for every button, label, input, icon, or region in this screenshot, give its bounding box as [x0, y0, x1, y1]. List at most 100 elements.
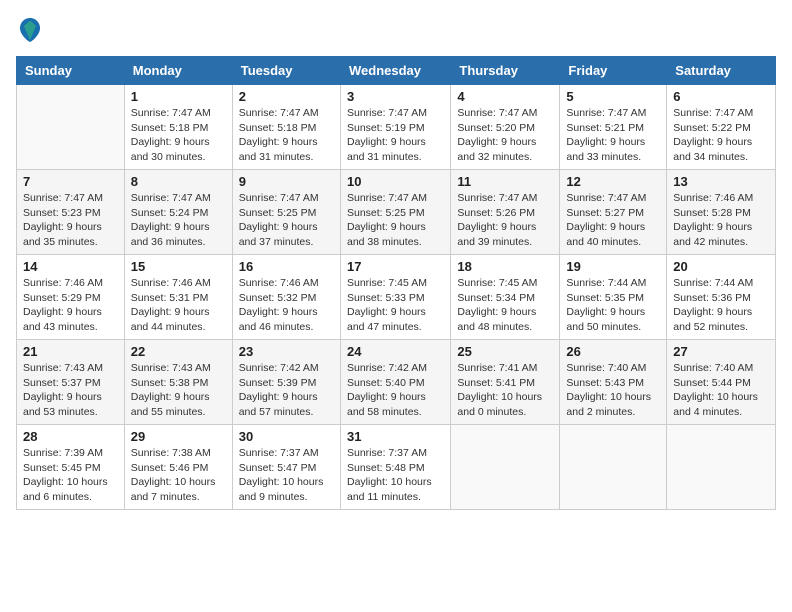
cell-sun-info: Sunrise: 7:46 AMSunset: 5:29 PMDaylight:…	[23, 276, 118, 335]
cell-date-number: 29	[131, 429, 226, 444]
calendar-cell: 28 Sunrise: 7:39 AMSunset: 5:45 PMDayligh…	[17, 425, 125, 510]
weekday-header-friday: Friday	[560, 57, 667, 85]
calendar-cell: 21 Sunrise: 7:43 AMSunset: 5:37 PMDayligh…	[17, 340, 125, 425]
cell-date-number: 1	[131, 89, 226, 104]
weekday-header-thursday: Thursday	[451, 57, 560, 85]
cell-sun-info: Sunrise: 7:44 AMSunset: 5:36 PMDaylight:…	[673, 276, 769, 335]
weekday-header-tuesday: Tuesday	[232, 57, 340, 85]
cell-sun-info: Sunrise: 7:37 AMSunset: 5:47 PMDaylight:…	[239, 446, 334, 505]
cell-sun-info: Sunrise: 7:43 AMSunset: 5:37 PMDaylight:…	[23, 361, 118, 420]
cell-date-number: 21	[23, 344, 118, 359]
cell-date-number: 12	[566, 174, 660, 189]
cell-date-number: 31	[347, 429, 444, 444]
calendar-week-row: 28 Sunrise: 7:39 AMSunset: 5:45 PMDayligh…	[17, 425, 776, 510]
calendar-cell	[560, 425, 667, 510]
cell-date-number: 26	[566, 344, 660, 359]
calendar-week-row: 14Sunrise: 7:46 AMSunset: 5:29 PMDayligh…	[17, 255, 776, 340]
cell-sun-info: Sunrise: 7:45 AMSunset: 5:34 PMDaylight:…	[457, 276, 553, 335]
cell-date-number: 27	[673, 344, 769, 359]
cell-sun-info: Sunrise: 7:47 AMSunset: 5:20 PMDaylight:…	[457, 106, 553, 165]
calendar-cell: 9Sunrise: 7:47 AMSunset: 5:25 PMDaylight…	[232, 170, 340, 255]
cell-date-number: 7	[23, 174, 118, 189]
cell-sun-info: Sunrise: 7:47 AMSunset: 5:18 PMDaylight:…	[131, 106, 226, 165]
calendar-week-row: 1 Sunrise: 7:47 AMSunset: 5:18 PMDaylight…	[17, 85, 776, 170]
cell-sun-info: Sunrise: 7:45 AMSunset: 5:33 PMDaylight:…	[347, 276, 444, 335]
calendar-cell: 12 Sunrise: 7:47 AMSunset: 5:27 PMDayligh…	[560, 170, 667, 255]
calendar-week-row: 21 Sunrise: 7:43 AMSunset: 5:37 PMDayligh…	[17, 340, 776, 425]
cell-sun-info: Sunrise: 7:43 AMSunset: 5:38 PMDaylight:…	[131, 361, 226, 420]
cell-date-number: 10	[347, 174, 444, 189]
calendar-cell	[17, 85, 125, 170]
cell-sun-info: Sunrise: 7:47 AMSunset: 5:22 PMDaylight:…	[673, 106, 769, 165]
cell-sun-info: Sunrise: 7:46 AMSunset: 5:32 PMDaylight:…	[239, 276, 334, 335]
weekday-header-monday: Monday	[124, 57, 232, 85]
cell-date-number: 20	[673, 259, 769, 274]
weekday-header-row: SundayMondayTuesdayWednesdayThursdayFrid…	[17, 57, 776, 85]
cell-sun-info: Sunrise: 7:38 AMSunset: 5:46 PMDaylight:…	[131, 446, 226, 505]
cell-sun-info: Sunrise: 7:47 AMSunset: 5:18 PMDaylight:…	[239, 106, 334, 165]
cell-date-number: 28	[23, 429, 118, 444]
cell-sun-info: Sunrise: 7:47 AMSunset: 5:19 PMDaylight:…	[347, 106, 444, 165]
cell-date-number: 3	[347, 89, 444, 104]
logo-icon	[16, 16, 44, 44]
cell-sun-info: Sunrise: 7:40 AMSunset: 5:44 PMDaylight:…	[673, 361, 769, 420]
calendar-cell: 17 Sunrise: 7:45 AMSunset: 5:33 PMDayligh…	[340, 255, 450, 340]
cell-date-number: 30	[239, 429, 334, 444]
calendar-cell: 4Sunrise: 7:47 AMSunset: 5:20 PMDaylight…	[451, 85, 560, 170]
calendar-cell: 24 Sunrise: 7:42 AMSunset: 5:40 PMDayligh…	[340, 340, 450, 425]
calendar-cell: 25 Sunrise: 7:41 AMSunset: 5:41 PMDayligh…	[451, 340, 560, 425]
calendar-cell: 20 Sunrise: 7:44 AMSunset: 5:36 PMDayligh…	[667, 255, 776, 340]
cell-date-number: 13	[673, 174, 769, 189]
calendar-cell: 8 Sunrise: 7:47 AMSunset: 5:24 PMDaylight…	[124, 170, 232, 255]
weekday-header-saturday: Saturday	[667, 57, 776, 85]
page-header	[16, 16, 776, 44]
cell-date-number: 6	[673, 89, 769, 104]
calendar-cell: 22Sunrise: 7:43 AMSunset: 5:38 PMDayligh…	[124, 340, 232, 425]
cell-date-number: 16	[239, 259, 334, 274]
cell-sun-info: Sunrise: 7:42 AMSunset: 5:40 PMDaylight:…	[347, 361, 444, 420]
calendar-cell: 30 Sunrise: 7:37 AMSunset: 5:47 PMDayligh…	[232, 425, 340, 510]
calendar-cell: 16 Sunrise: 7:46 AMSunset: 5:32 PMDayligh…	[232, 255, 340, 340]
calendar-cell: 3 Sunrise: 7:47 AMSunset: 5:19 PMDaylight…	[340, 85, 450, 170]
cell-sun-info: Sunrise: 7:47 AMSunset: 5:27 PMDaylight:…	[566, 191, 660, 250]
cell-sun-info: Sunrise: 7:47 AMSunset: 5:25 PMDaylight:…	[347, 191, 444, 250]
calendar-cell: 18Sunrise: 7:45 AMSunset: 5:34 PMDayligh…	[451, 255, 560, 340]
calendar-cell: 11 Sunrise: 7:47 AMSunset: 5:26 PMDayligh…	[451, 170, 560, 255]
calendar-cell: 29 Sunrise: 7:38 AMSunset: 5:46 PMDayligh…	[124, 425, 232, 510]
calendar-cell	[667, 425, 776, 510]
cell-date-number: 2	[239, 89, 334, 104]
calendar-cell: 5Sunrise: 7:47 AMSunset: 5:21 PMDaylight…	[560, 85, 667, 170]
weekday-header-wednesday: Wednesday	[340, 57, 450, 85]
calendar-cell: 1 Sunrise: 7:47 AMSunset: 5:18 PMDaylight…	[124, 85, 232, 170]
cell-sun-info: Sunrise: 7:47 AMSunset: 5:23 PMDaylight:…	[23, 191, 118, 250]
cell-date-number: 17	[347, 259, 444, 274]
cell-sun-info: Sunrise: 7:47 AMSunset: 5:24 PMDaylight:…	[131, 191, 226, 250]
cell-sun-info: Sunrise: 7:46 AMSunset: 5:31 PMDaylight:…	[131, 276, 226, 335]
cell-date-number: 25	[457, 344, 553, 359]
cell-date-number: 24	[347, 344, 444, 359]
calendar-cell: 27 Sunrise: 7:40 AMSunset: 5:44 PMDayligh…	[667, 340, 776, 425]
weekday-header-sunday: Sunday	[17, 57, 125, 85]
cell-date-number: 11	[457, 174, 553, 189]
cell-date-number: 5	[566, 89, 660, 104]
cell-date-number: 19	[566, 259, 660, 274]
cell-sun-info: Sunrise: 7:47 AMSunset: 5:25 PMDaylight:…	[239, 191, 334, 250]
calendar-week-row: 7 Sunrise: 7:47 AMSunset: 5:23 PMDaylight…	[17, 170, 776, 255]
cell-date-number: 15	[131, 259, 226, 274]
calendar-cell: 23 Sunrise: 7:42 AMSunset: 5:39 PMDayligh…	[232, 340, 340, 425]
cell-sun-info: Sunrise: 7:41 AMSunset: 5:41 PMDaylight:…	[457, 361, 553, 420]
cell-sun-info: Sunrise: 7:47 AMSunset: 5:26 PMDaylight:…	[457, 191, 553, 250]
cell-sun-info: Sunrise: 7:44 AMSunset: 5:35 PMDaylight:…	[566, 276, 660, 335]
cell-sun-info: Sunrise: 7:37 AMSunset: 5:48 PMDaylight:…	[347, 446, 444, 505]
cell-sun-info: Sunrise: 7:46 AMSunset: 5:28 PMDaylight:…	[673, 191, 769, 250]
calendar-cell: 19 Sunrise: 7:44 AMSunset: 5:35 PMDayligh…	[560, 255, 667, 340]
calendar-cell: 31 Sunrise: 7:37 AMSunset: 5:48 PMDayligh…	[340, 425, 450, 510]
cell-sun-info: Sunrise: 7:42 AMSunset: 5:39 PMDaylight:…	[239, 361, 334, 420]
calendar-cell: 14Sunrise: 7:46 AMSunset: 5:29 PMDayligh…	[17, 255, 125, 340]
cell-date-number: 23	[239, 344, 334, 359]
calendar-cell: 15 Sunrise: 7:46 AMSunset: 5:31 PMDayligh…	[124, 255, 232, 340]
cell-date-number: 8	[131, 174, 226, 189]
cell-sun-info: Sunrise: 7:40 AMSunset: 5:43 PMDaylight:…	[566, 361, 660, 420]
cell-sun-info: Sunrise: 7:39 AMSunset: 5:45 PMDaylight:…	[23, 446, 118, 505]
calendar-cell	[451, 425, 560, 510]
